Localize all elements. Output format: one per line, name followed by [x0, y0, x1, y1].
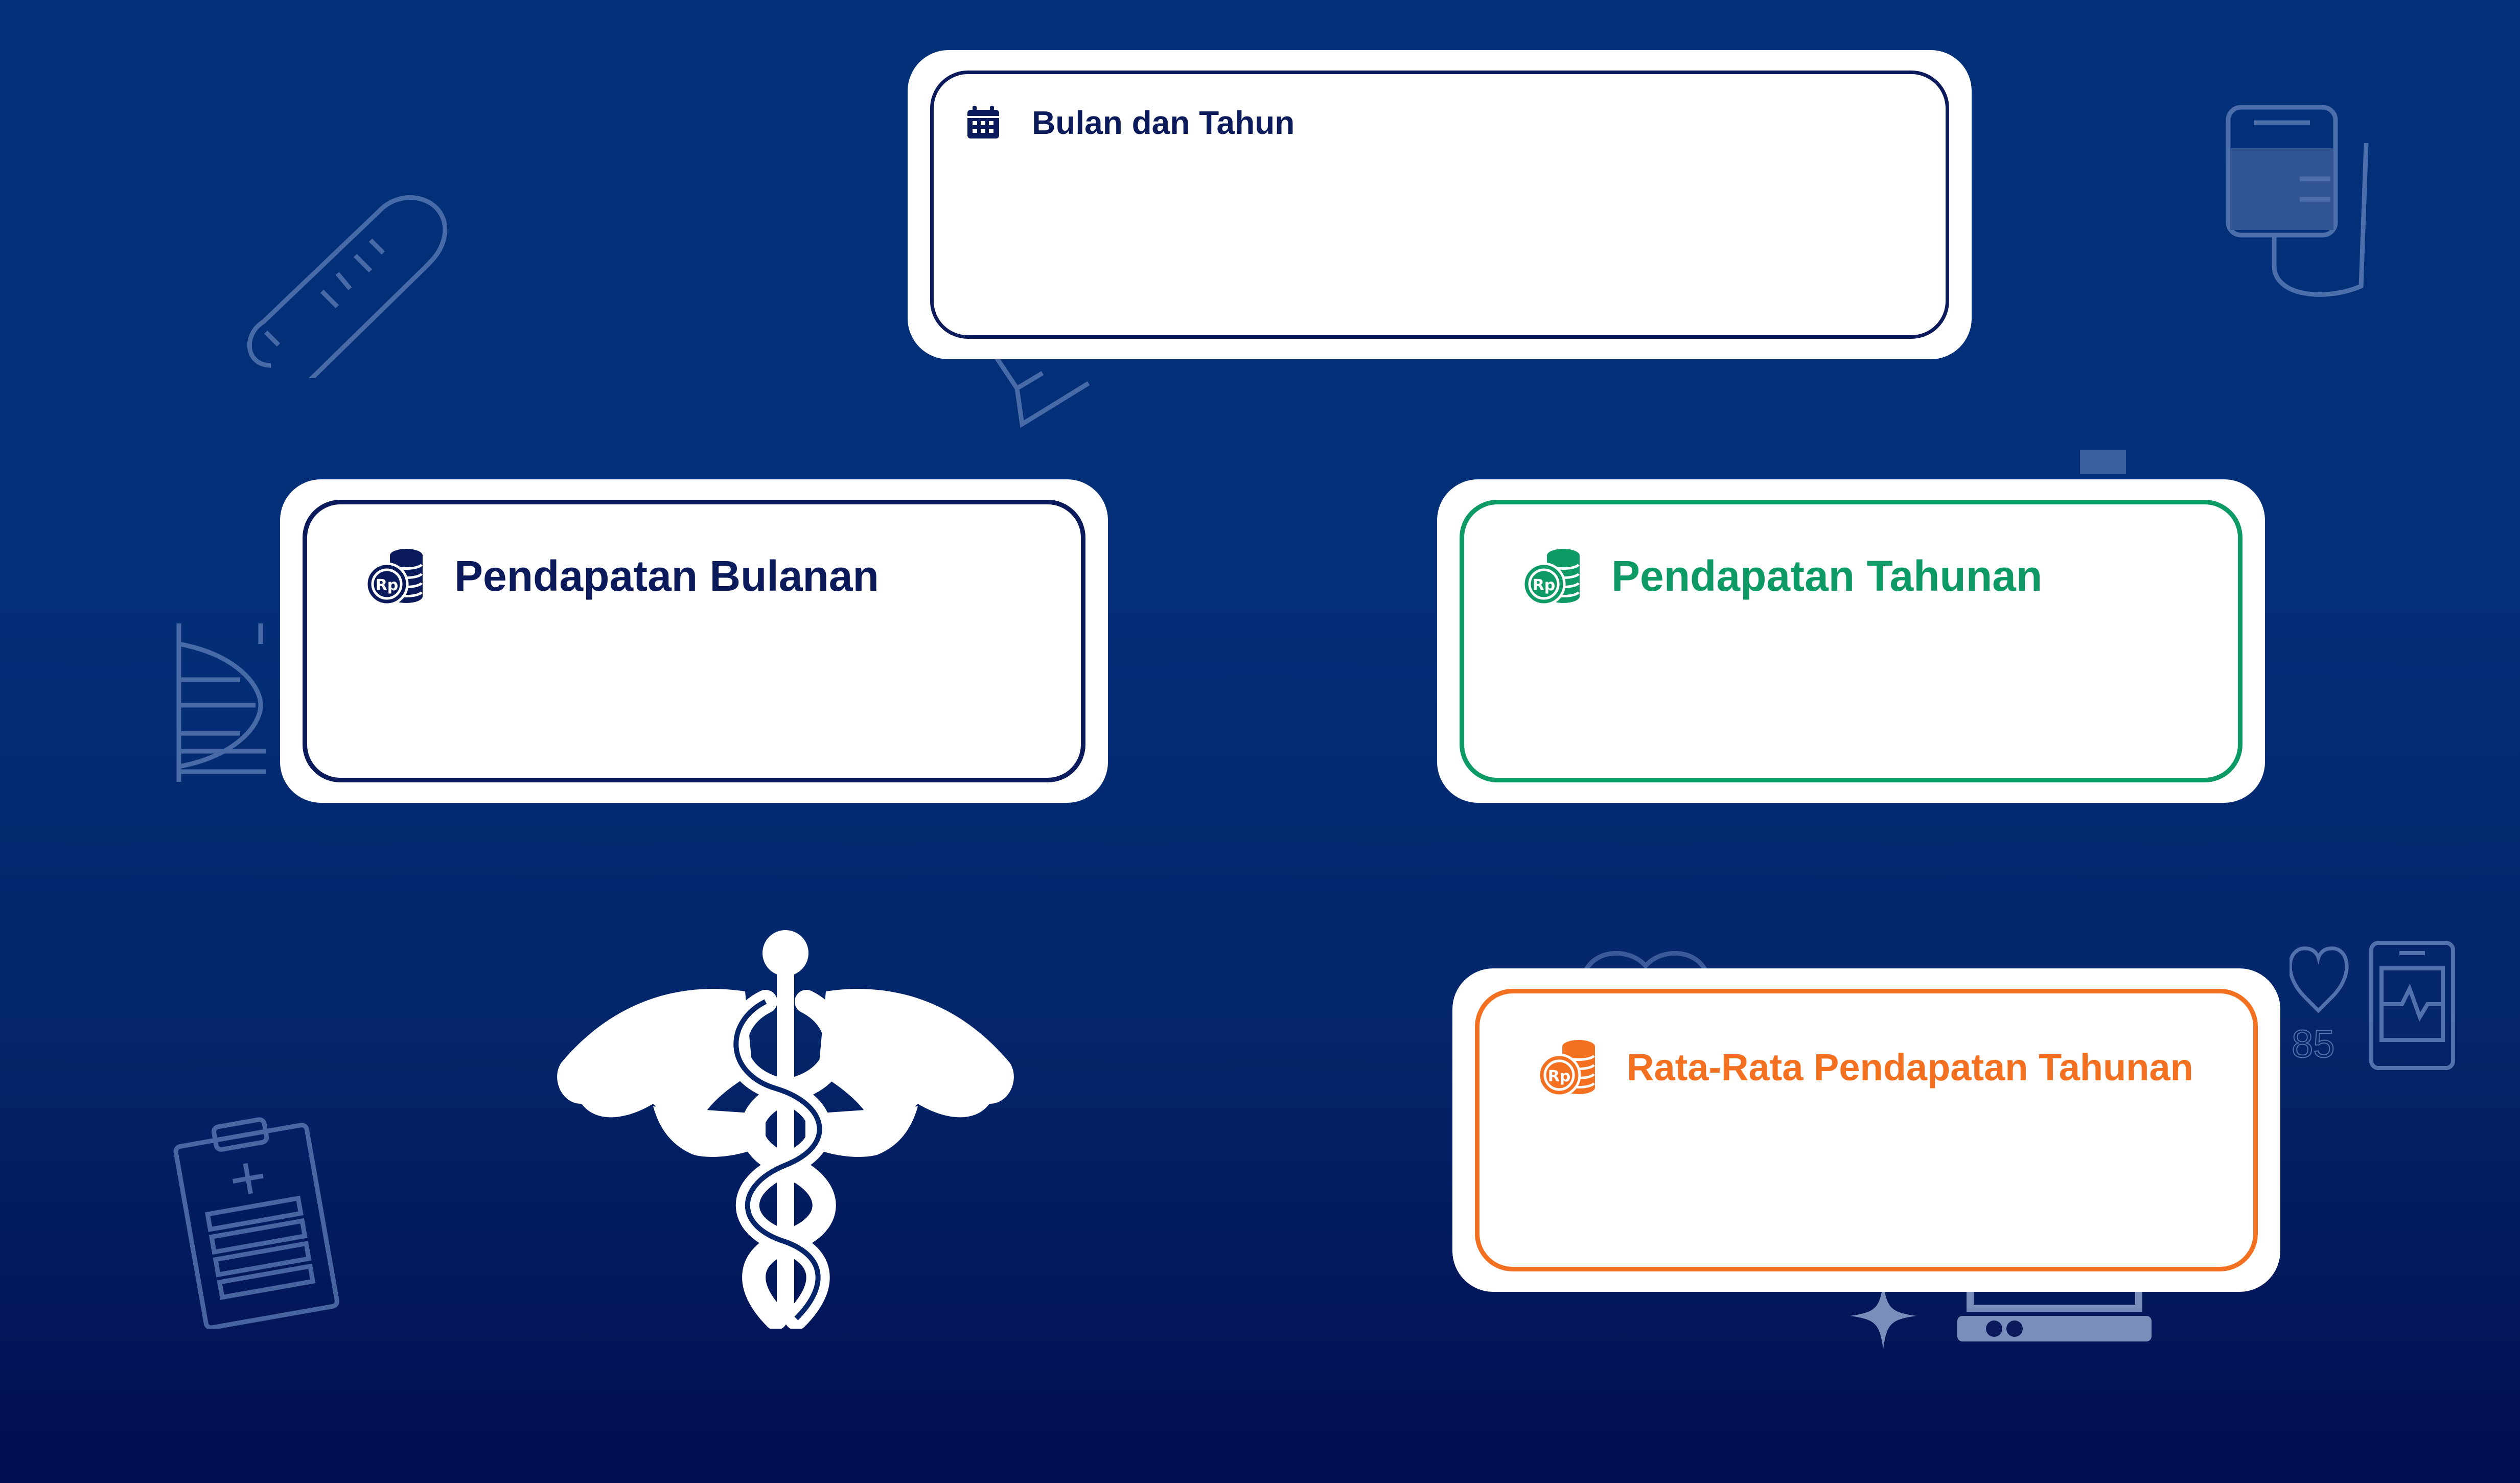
rupiah-coins-icon: Rp — [1521, 545, 1583, 607]
syringe-icon — [986, 353, 1114, 429]
svg-text:Rp: Rp — [376, 576, 399, 594]
month-year-card: Bulan dan Tahun — [908, 50, 1972, 359]
monthly-income-card-title: Pendapatan Bulanan — [454, 551, 879, 600]
average-yearly-income-card-frame: Rp Rata-Rata Pendapatan Tahunan — [1475, 989, 2258, 1271]
svg-text:Rp: Rp — [1548, 1068, 1571, 1085]
calendar-icon — [965, 105, 1001, 141]
average-yearly-income-card-header: Rp Rata-Rata Pendapatan Tahunan — [1537, 1036, 2193, 1098]
rupiah-coins-icon: Rp — [364, 545, 426, 607]
caduceus-icon — [551, 930, 1020, 1329]
average-yearly-income-card: Rp Rata-Rata Pendapatan Tahunan — [1452, 968, 2280, 1292]
month-year-card-frame: Bulan dan Tahun — [930, 71, 1949, 339]
sparkle-icon — [1850, 1283, 1916, 1349]
dna-icon — [174, 623, 271, 782]
yearly-income-card: Rp Pendapatan Tahunan — [1437, 479, 2265, 803]
month-year-card-header: Bulan dan Tahun — [965, 104, 1294, 142]
monthly-income-card-frame: Rp Pendapatan Bulanan — [303, 500, 1085, 782]
yearly-income-card-header: Rp Pendapatan Tahunan — [1521, 545, 2042, 607]
heart-rate-value: 85 — [2291, 1022, 2336, 1067]
yearly-income-card-frame: Rp Pendapatan Tahunan — [1460, 500, 2242, 782]
svg-text:Rp: Rp — [1533, 576, 1556, 594]
iv-bag-icon — [2223, 102, 2376, 302]
average-yearly-income-card-title: Rata-Rata Pendapatan Tahunan — [1627, 1046, 2193, 1088]
month-year-card-title: Bulan dan Tahun — [1032, 104, 1295, 141]
yearly-income-card-title: Pendapatan Tahunan — [1611, 551, 2043, 600]
heart-monitor-icon: 85 — [2290, 940, 2458, 1073]
thermometer-icon — [235, 164, 460, 378]
small-square-icon — [2080, 450, 2126, 474]
clipboard-icon — [169, 1114, 342, 1329]
rupiah-coins-icon: Rp — [1537, 1036, 1598, 1098]
monthly-income-card-header: Rp Pendapatan Bulanan — [364, 545, 879, 607]
monthly-income-card: Rp Pendapatan Bulanan — [280, 479, 1108, 803]
